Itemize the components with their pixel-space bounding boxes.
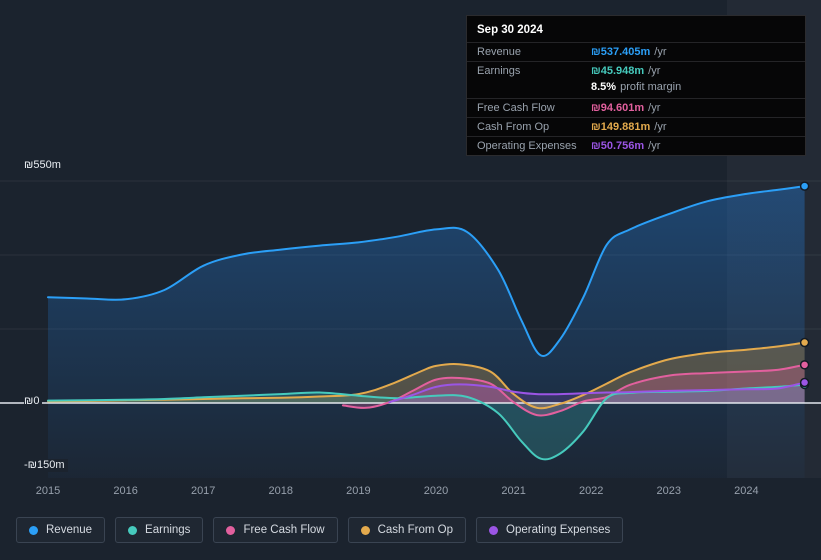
x-axis-label-2019: 2019 — [346, 485, 371, 497]
legend-label-operating-expenses: Operating Expenses — [506, 524, 611, 536]
per-year-suffix: /yr — [654, 46, 667, 58]
x-axis-label-2021: 2021 — [501, 485, 526, 497]
data-card-label-free-cash-flow: Free Cash Flow — [477, 102, 555, 114]
data-card-value-operating-expenses: ₪50.756m — [591, 140, 645, 152]
earnings-revenue-history-panel: ₪550m ₪0 -₪150m 2015 2016 2017 2018 2019 2020… — [0, 0, 821, 560]
data-card-rows: Revenue ₪537.405m/yr Earnings ₪45.948m/yr 8.… — [467, 42, 805, 155]
data-card-row-revenue: Revenue ₪537.405m/yr — [467, 42, 805, 61]
y-axis-label-max: ₪550m — [24, 159, 64, 172]
data-card-label-cash-from-op: Cash From Op — [477, 121, 550, 133]
per-year-suffix: /yr — [648, 102, 661, 114]
data-card-label-operating-expenses: Operating Expenses — [477, 140, 577, 152]
free-cash-flow-endpoint-dot — [799, 360, 810, 370]
profit-margin-value: 8.5% — [591, 81, 617, 93]
data-card-value-revenue: ₪537.405m — [591, 46, 651, 58]
legend-item-free-cash-flow[interactable]: Free Cash Flow — [213, 517, 338, 543]
legend-label-free-cash-flow: Free Cash Flow — [243, 524, 325, 536]
operating-expenses-endpoint-dot — [799, 377, 810, 388]
legend-item-cash-from-op[interactable]: Cash From Op — [347, 517, 467, 543]
per-year-suffix: /yr — [648, 65, 661, 77]
per-year-suffix: /yr — [648, 140, 661, 152]
data-card-value-cash-from-op: ₪149.881m — [591, 121, 651, 133]
y-axis-label-zero: ₪0 — [24, 395, 43, 408]
x-axis-label-2017: 2017 — [190, 485, 216, 497]
legend-item-operating-expenses[interactable]: Operating Expenses — [476, 517, 624, 543]
x-axis-label-2023: 2023 — [656, 485, 682, 497]
legend-item-revenue[interactable]: Revenue — [16, 517, 106, 543]
earnings-dot-icon — [128, 525, 138, 535]
data-card-row-cash-from-op: Cash From Op ₪149.881m/yr — [467, 117, 805, 136]
data-card-label-revenue: Revenue — [477, 46, 522, 58]
revenue-dot-icon — [29, 525, 38, 535]
x-axis-label-2015: 2015 — [35, 485, 61, 497]
data-card-value-earnings: ₪45.948m — [591, 65, 645, 77]
legend-label-cash-from-op: Cash From Op — [377, 524, 454, 536]
data-card-row-earnings: Earnings ₪45.948m/yr — [467, 61, 805, 80]
x-axis-label-2016: 2016 — [113, 485, 138, 497]
cash-from-op-endpoint-dot — [799, 337, 810, 348]
free-cash-flow-dot-icon — [226, 525, 236, 535]
data-card-value-free-cash-flow: ₪94.601m — [591, 102, 645, 114]
data-card-label-earnings: Earnings — [477, 65, 521, 77]
x-axis-label-2024: 2024 — [734, 485, 759, 497]
y-axis-label-min: -₪150m — [24, 459, 68, 472]
legend-label-revenue: Revenue — [46, 524, 93, 536]
operating-expenses-dot-icon — [489, 525, 499, 535]
x-axis-label-2022: 2022 — [578, 485, 604, 497]
legend-item-earnings[interactable]: Earnings — [115, 517, 204, 543]
data-card-row-free-cash-flow: Free Cash Flow ₪94.601m/yr — [467, 98, 805, 117]
data-card-row-operating-expenses: Operating Expenses ₪50.756m/yr — [467, 136, 805, 155]
legend: Revenue Earnings Free Cash Flow Cash From O… — [16, 517, 624, 543]
data-card-date: Sep 30 2024 — [477, 24, 543, 36]
data-card: Sep 30 2024 Revenue ₪537.405m/yr Earnings ₪… — [466, 15, 806, 156]
cash-from-op-dot-icon — [360, 525, 370, 535]
x-axis-label-2018: 2018 — [268, 485, 294, 497]
per-year-suffix: /yr — [654, 121, 667, 133]
revenue-endpoint-dot — [799, 181, 810, 191]
profit-margin-label: profit margin — [620, 81, 682, 93]
x-axis-label-2020: 2020 — [423, 485, 449, 497]
profit-margin-row: 8.5% profit margin — [467, 80, 805, 98]
legend-label-earnings: Earnings — [145, 524, 191, 536]
